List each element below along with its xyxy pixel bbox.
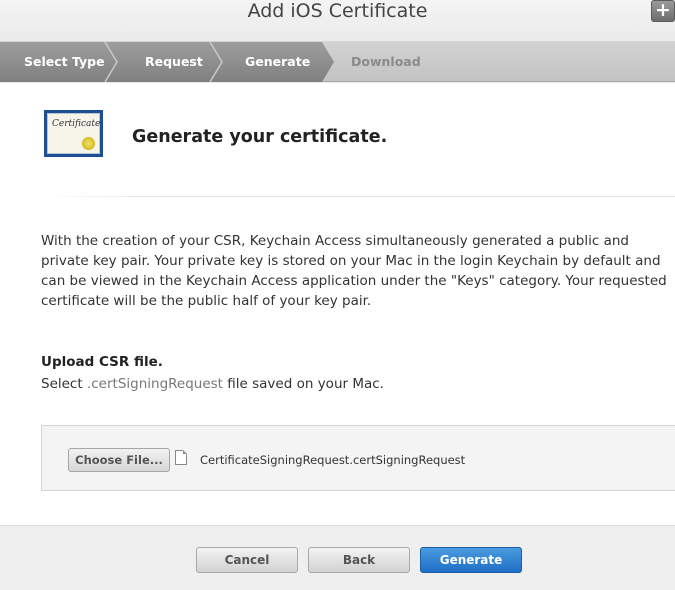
certificate-icon-label: Certificate (52, 119, 101, 129)
upload-desc-prefix: Select (41, 376, 87, 392)
step-request: Request (145, 54, 203, 69)
upload-description: Select .certSigningRequest file saved on… (41, 376, 384, 392)
divider (40, 196, 675, 197)
step-download: Download (351, 54, 421, 69)
progress-steps: Select Type Request Generate Download (0, 42, 675, 82)
upload-desc-extension: .certSigningRequest (86, 376, 223, 392)
step-generate: Generate (245, 54, 311, 69)
cancel-button[interactable]: Cancel (196, 547, 298, 573)
seal-icon (82, 137, 95, 150)
file-upload-box: Choose File... CertificateSigningRequest… (41, 425, 675, 491)
add-button[interactable]: + (651, 0, 675, 22)
upload-desc-suffix: file saved on your Mac. (222, 376, 384, 392)
page-title: Generate your certificate. (132, 127, 388, 147)
window-title: Add iOS Certificate (247, 0, 428, 22)
description-text: With the creation of your CSR, Keychain … (41, 233, 667, 309)
title-bar: Add iOS Certificate + (0, 0, 675, 42)
back-button[interactable]: Back (308, 547, 410, 573)
document-icon (175, 450, 187, 465)
choose-file-button[interactable]: Choose File... (68, 448, 170, 472)
certificate-icon: Certificate (44, 110, 103, 157)
step-select-type: Select Type (24, 54, 105, 69)
selected-file-name: CertificateSigningRequest.certSigningReq… (200, 453, 466, 467)
generate-button[interactable]: Generate (420, 547, 522, 573)
footer: Cancel Back Generate (0, 525, 675, 590)
upload-title: Upload CSR file. (41, 354, 163, 370)
content-panel: Certificate Generate your certificate. W… (0, 83, 675, 590)
